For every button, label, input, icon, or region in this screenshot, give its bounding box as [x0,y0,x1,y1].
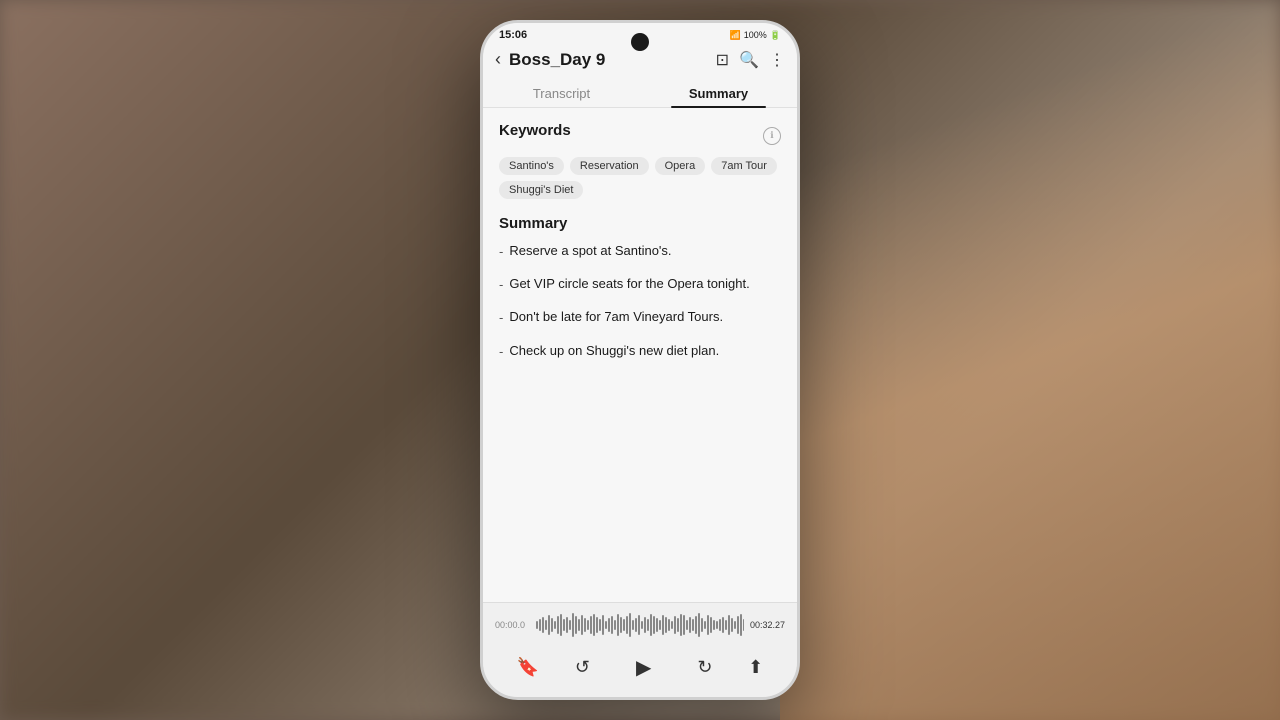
bullet: - [499,243,503,261]
list-item: - Don't be late for 7am Vineyard Tours. [499,308,781,327]
status-time: 15:06 [499,29,527,41]
keywords-list: Santino's Reservation Opera 7am Tour Shu… [499,157,781,199]
play-button[interactable]: ▶ [626,649,662,685]
list-item: - Get VIP circle seats for the Opera ton… [499,275,781,294]
summary-list: - Reserve a spot at Santino's. - Get VIP… [499,242,781,361]
keyword-chip[interactable]: Santino's [499,157,564,175]
tab-summary[interactable]: Summary [640,78,797,107]
keyword-chip[interactable]: 7am Tour [711,157,777,175]
bullet: - [499,309,503,327]
more-icon[interactable]: ⋮ [769,50,785,70]
bookmark-button[interactable]: 🔖 [517,657,539,678]
hand-overlay [780,0,1280,720]
summary-section: Summary - Reserve a spot at Santino's. -… [499,215,781,361]
forward-button[interactable]: ↻ [697,657,712,678]
back-button[interactable]: ‹ [495,49,501,70]
audio-timeline: 00:00.0 (function() { const heights = [8… [483,603,797,643]
save-icon[interactable]: ⊡ [716,50,729,70]
content-area: Keywords ℹ Santino's Reservation Opera 7… [483,108,797,622]
time-start: 00:00.0 [495,620,525,630]
keywords-section: Keywords ℹ Santino's Reservation Opera 7… [499,122,781,199]
audio-controls: 🔖 ↺ ▶ ↻ ⬆ [483,643,797,697]
rewind-button[interactable]: ↺ [575,657,590,678]
keyword-chip[interactable]: Reservation [570,157,649,175]
summary-text: Check up on Shuggi's new diet plan. [509,342,719,360]
search-icon[interactable]: 🔍 [739,50,759,70]
info-icon[interactable]: ℹ [763,127,781,145]
bullet: - [499,343,503,361]
list-item: - Check up on Shuggi's new diet plan. [499,342,781,361]
tabs: Transcript Summary [483,78,797,108]
tab-transcript[interactable]: Transcript [483,78,640,107]
keyword-chip[interactable]: Opera [655,157,706,175]
signal-icon: 📶 [730,30,741,41]
share-button[interactable]: ⬆ [748,657,763,678]
summary-text: Get VIP circle seats for the Opera tonig… [509,275,749,293]
keyword-chip[interactable]: Shuggi's Diet [499,181,583,199]
camera-pill [631,33,649,51]
time-end: 00:32.27 [750,620,785,630]
top-actions: ⊡ 🔍 ⋮ [716,50,785,70]
battery-text: 100% [744,30,767,40]
keywords-title: Keywords [499,122,571,139]
battery-icon: 🔋 [770,30,781,41]
bullet: - [499,276,503,294]
waveform[interactable]: (function() { const heights = [8,12,16,1… [531,611,744,639]
page-title: Boss_Day 9 [509,50,716,70]
audio-player: 00:00.0 (function() { const heights = [8… [483,602,797,697]
phone: 15:06 📶 100% 🔋 ‹ Boss_Day 9 ⊡ 🔍 ⋮ Transc… [480,20,800,700]
summary-title: Summary [499,215,781,232]
status-icons: 📶 100% 🔋 [730,30,781,41]
list-item: - Reserve a spot at Santino's. [499,242,781,261]
keywords-header: Keywords ℹ [499,122,781,149]
summary-text: Don't be late for 7am Vineyard Tours. [509,308,723,326]
summary-text: Reserve a spot at Santino's. [509,242,671,260]
